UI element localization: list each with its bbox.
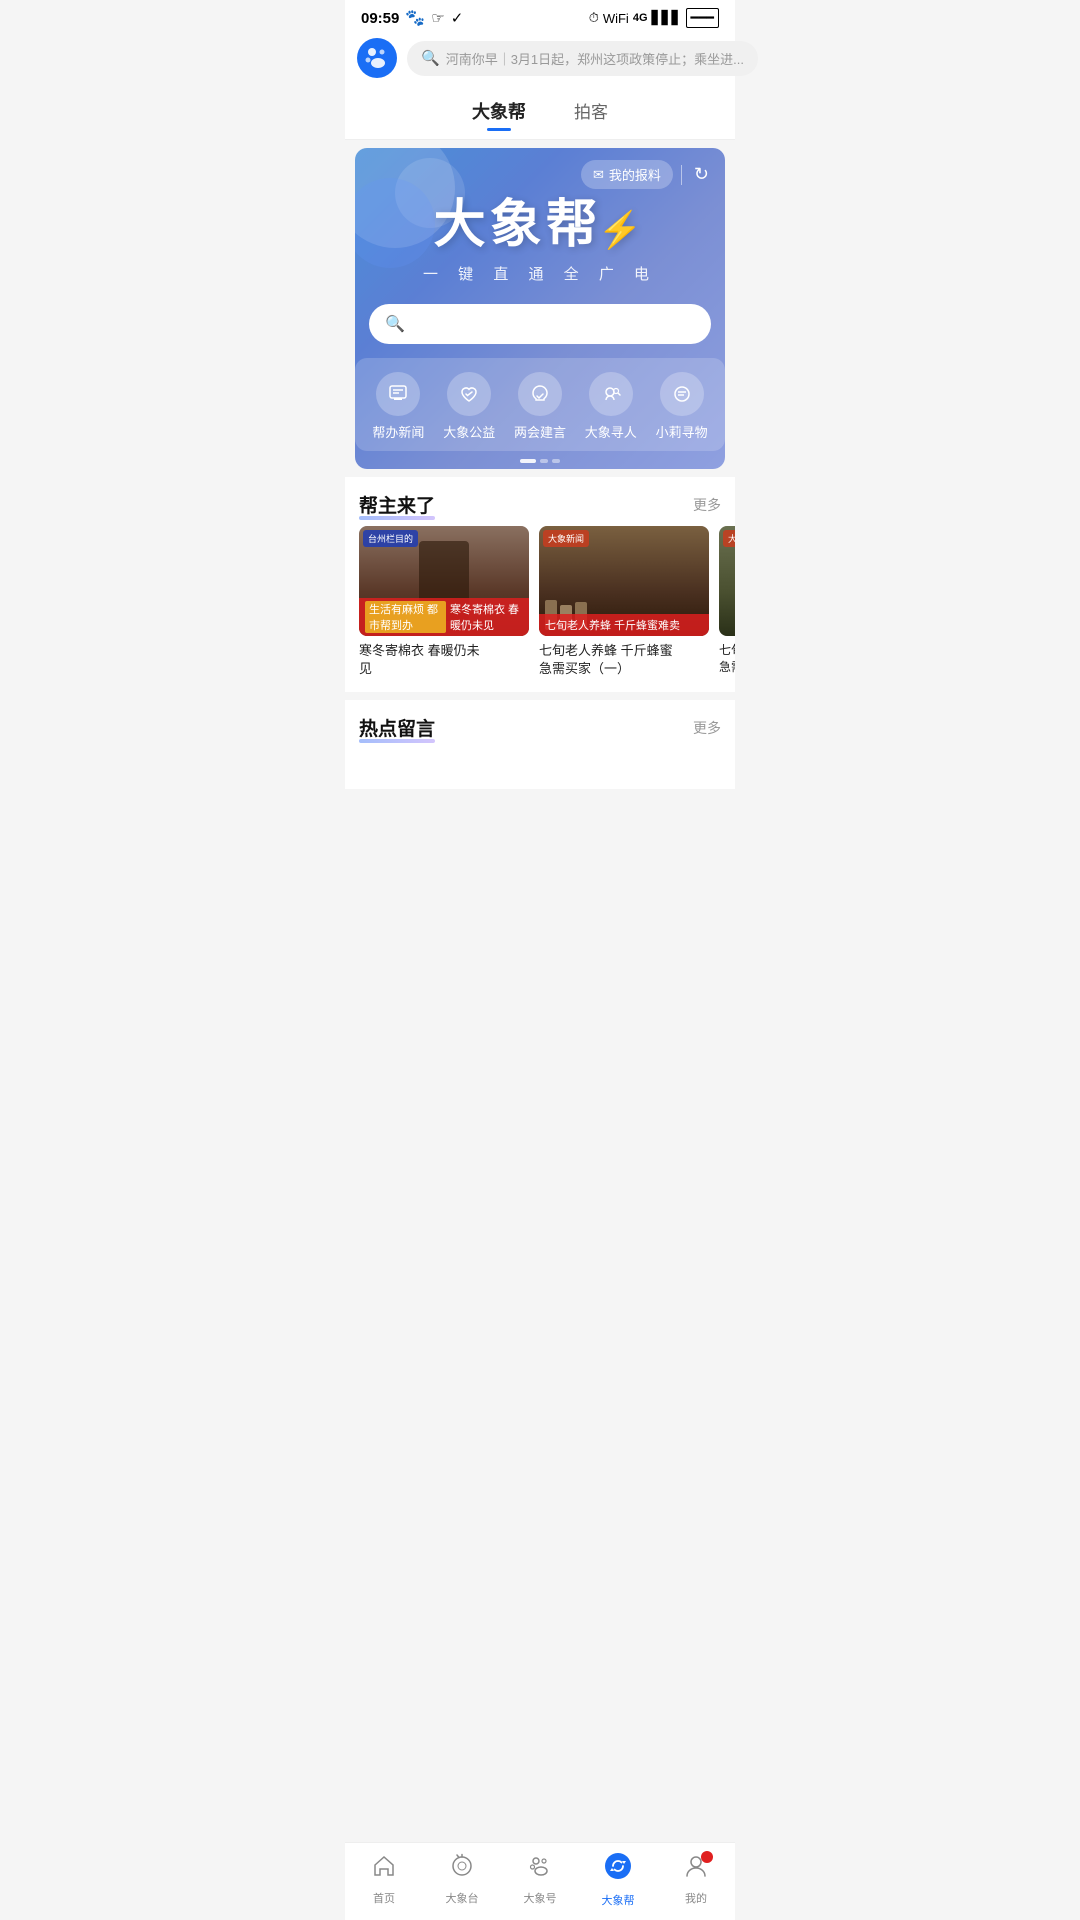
nav-mine[interactable]: 我的	[666, 1853, 726, 1906]
bangzhu-header: 帮主来了 更多	[345, 477, 735, 526]
badge-tag-1: 生活有麻烦 都市帮到办	[365, 601, 446, 633]
wifi-icon: WiFi	[603, 11, 629, 26]
nav-home-label: 首页	[373, 1890, 395, 1906]
xiaoli-xunwu-icon	[660, 372, 704, 416]
news-badge-2: 七旬老人养蜂 千斤蜂蜜难卖	[539, 614, 709, 636]
tab-daxiangbang-label: 大象帮	[472, 98, 526, 124]
app-logo	[357, 38, 397, 78]
hot-comments-title: 热点留言	[359, 714, 435, 741]
status-bar: 09:59 🐾 ☞ ✓ ⏱ WiFi 4G ▋▋▋ ━━━	[345, 0, 735, 32]
news-card-1-image: 台州栏目的 生活有麻烦 都市帮到办 寒冬寄棉衣 春暖仍未见	[359, 526, 529, 636]
top-bar: 🔍 河南你早｜3月1日起，郑州这项政策停止；乘坐进...	[345, 32, 735, 88]
nav-daxianghao[interactable]: 大象号	[510, 1853, 570, 1906]
daxiang-xunren-icon	[589, 372, 633, 416]
hot-comments-header: 热点留言 更多	[345, 700, 735, 749]
nav-bangban-xinwen[interactable]: 帮办新闻	[372, 372, 424, 441]
tab-pake[interactable]: 拍客	[570, 92, 612, 139]
nav-daxiang-gongyi[interactable]: 大象公益	[443, 372, 495, 441]
speedometer-icon: ⏱	[589, 10, 599, 26]
nav-daxiang-xunren[interactable]: 大象寻人	[585, 372, 637, 441]
nav-mine-label: 我的	[685, 1890, 707, 1906]
tv-icon	[449, 1853, 475, 1886]
refresh-nav-icon	[603, 1851, 633, 1888]
badge-text-1: 寒冬寄棉衣 春暖仍未见	[450, 601, 523, 633]
shield-status-icon: ✓	[451, 9, 464, 27]
refresh-button[interactable]: ↻	[690, 162, 713, 187]
news-card-1-title: 寒冬寄棉衣 春暖仍未见	[359, 642, 529, 678]
nav-daxiangbang[interactable]: 大象帮	[588, 1851, 648, 1908]
news-badge-1: 生活有麻烦 都市帮到办 寒冬寄棉衣 春暖仍未见	[359, 598, 529, 636]
tab-underline	[487, 128, 511, 131]
search-bar-placeholder: 河南你早｜3月1日起，郑州这项政策停止；乘坐进...	[446, 49, 744, 68]
banner-title-text: 大象帮	[434, 196, 602, 254]
battery-icon: ━━━	[686, 8, 719, 28]
4g-icon: 4G	[633, 12, 648, 24]
search-bar[interactable]: 🔍 河南你早｜3月1日起，郑州这项政策停止；乘坐进...	[407, 41, 758, 76]
bangban-xinwen-icon	[376, 372, 420, 416]
dot-3	[552, 459, 560, 463]
banner-main-title: 大象帮⚡	[434, 182, 647, 257]
paw-status-icon: 🐾	[405, 8, 425, 28]
hot-comments-underline	[359, 739, 435, 743]
dot-2	[540, 459, 548, 463]
nav-daxiangtai-label: 大象台	[446, 1890, 479, 1906]
badge-text-2: 七旬老人养蜂 千斤蜂蜜难卖	[545, 617, 680, 633]
daxiang-gongyi-icon	[447, 372, 491, 416]
status-icons-right: ⏱ WiFi 4G ▋▋▋ ━━━	[589, 8, 719, 28]
dot-1	[520, 459, 536, 463]
nav-xiaoli-xunwu[interactable]: 小莉寻物	[656, 372, 708, 441]
nav-daxiang-gongyi-label: 大象公益	[443, 422, 495, 441]
news-card-2-image: 大象新闻 七旬老人养蜂 千斤蜂蜜难卖	[539, 526, 709, 636]
nav-bangban-xinwen-label: 帮办新闻	[372, 422, 424, 441]
banner-subtitle: 一 键 直 通 全 广 电	[423, 263, 657, 284]
banner: ✉ 我的报料 ↻ 大象帮⚡ 一 键 直 通 全 广 电 🔍	[355, 148, 725, 469]
nav-xiaoli-xunwu-label: 小莉寻物	[656, 422, 708, 441]
nav-lianghui-jianyan[interactable]: 两会建言	[514, 372, 566, 441]
news-card-2[interactable]: 大象新闻 七旬老人养蜂 千斤蜂蜜难卖 七旬老人养蜂 千斤蜂蜜急需买家（一）	[539, 526, 709, 678]
signal-icon: ▋▋▋	[652, 10, 682, 26]
section-title-underline	[359, 516, 435, 520]
banner-nav: 帮办新闻 大象公益 两会建言	[355, 358, 725, 451]
channel-badge-3: 大象新闻	[723, 530, 735, 547]
banner-search-icon: 🔍	[385, 314, 405, 334]
bangzhu-section: 帮主来了 更多 台州栏目的 生活有麻烦 都市帮到办 寒冬寄棉衣 春暖仍未见	[345, 477, 735, 692]
nav-daxianghao-label: 大象号	[524, 1890, 557, 1906]
hot-comments-content	[345, 749, 735, 789]
tabs-container: 大象帮 拍客	[345, 88, 735, 140]
status-time: 09:59	[361, 10, 399, 27]
nav-daxiangtai[interactable]: 大象台	[432, 1853, 492, 1906]
channel-badge-2: 大象新闻	[543, 530, 589, 547]
nav-home[interactable]: 首页	[354, 1853, 414, 1906]
news-scroll: 台州栏目的 生活有麻烦 都市帮到办 寒冬寄棉衣 春暖仍未见 寒冬寄棉衣 春暖仍未…	[345, 526, 735, 692]
banner-search[interactable]: 🔍	[369, 304, 711, 344]
hot-comments-more[interactable]: 更多	[693, 718, 721, 738]
person-nav-icon	[683, 1853, 709, 1886]
news-card-2-title: 七旬老人养蜂 千斤蜂蜜急需买家（一）	[539, 642, 709, 678]
news-card-3-image: 大象新闻	[719, 526, 735, 636]
bottom-nav: 首页 大象台 大象号	[345, 1842, 735, 1920]
search-icon: 🔍	[421, 49, 440, 67]
bangzhu-title: 帮主来了	[359, 491, 435, 518]
hand-status-icon: ☞	[431, 9, 444, 27]
divider	[681, 165, 682, 185]
tab-pake-label: 拍客	[574, 98, 608, 123]
nav-daxiang-xunren-label: 大象寻人	[585, 422, 637, 441]
news-card-3[interactable]: 大象新闻 七旬老急需买...	[719, 526, 735, 678]
hot-comments-section: 热点留言 更多	[345, 700, 735, 789]
nav-lianghui-jianyan-label: 两会建言	[514, 422, 566, 441]
mine-badge	[701, 1851, 713, 1863]
envelope-icon: ✉	[593, 167, 604, 183]
home-icon	[371, 1853, 397, 1886]
tab-daxiangbang[interactable]: 大象帮	[468, 92, 530, 139]
bangzhu-more[interactable]: 更多	[693, 495, 721, 515]
news-card-3-title: 七旬老急需买...	[719, 642, 735, 676]
channel-badge-1: 台州栏目的	[363, 530, 418, 547]
news-card-1[interactable]: 台州栏目的 生活有麻烦 都市帮到办 寒冬寄棉衣 春暖仍未见 寒冬寄棉衣 春暖仍未…	[359, 526, 529, 678]
nav-daxiangbang-label: 大象帮	[602, 1892, 635, 1908]
lianghui-jianyan-icon	[518, 372, 562, 416]
lightning-icon: ⚡	[598, 209, 647, 250]
paw-nav-icon	[527, 1853, 553, 1886]
dots-indicator	[369, 451, 711, 469]
